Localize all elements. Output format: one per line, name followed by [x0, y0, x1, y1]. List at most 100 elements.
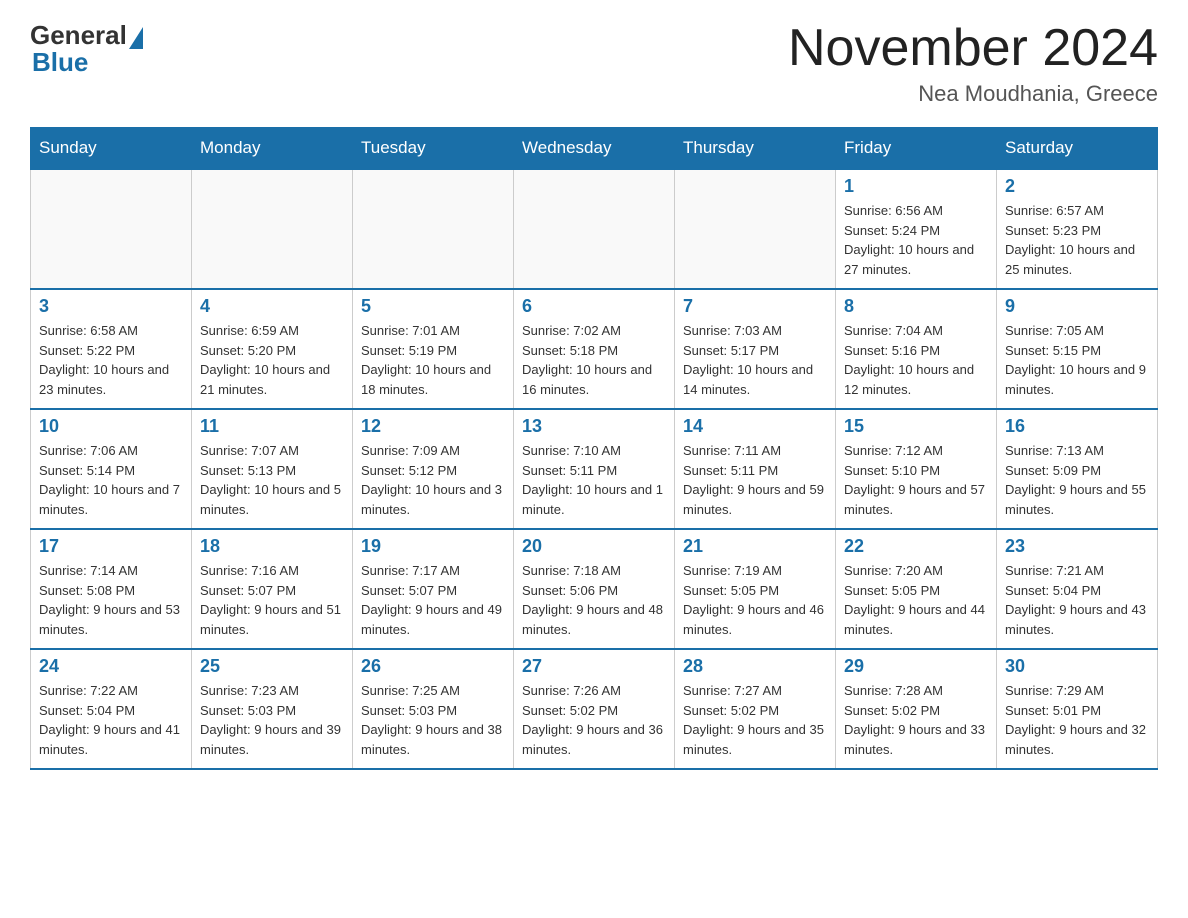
day-number: 28: [683, 656, 827, 677]
calendar-cell: [31, 169, 192, 289]
calendar-cell: 27 Sunrise: 7:26 AM Sunset: 5:02 PM Dayli…: [514, 649, 675, 769]
calendar-cell: [675, 169, 836, 289]
month-year-title: November 2024: [788, 20, 1158, 77]
day-number: 9: [1005, 296, 1149, 317]
calendar-cell: 8Sunrise: 7:04 AM Sunset: 5:16 PM Daylig…: [836, 289, 997, 409]
calendar-week-row: 24 Sunrise: 7:22 AM Sunset: 5:04 PM Dayli…: [31, 649, 1158, 769]
calendar-cell: 6Sunrise: 7:02 AM Sunset: 5:18 PM Daylig…: [514, 289, 675, 409]
day-number: 25: [200, 656, 344, 677]
logo-blue-text: Blue: [32, 47, 88, 78]
day-sun-info: Sunrise: 7:29 AM Sunset: 5:01 PM Dayligh…: [1005, 681, 1149, 759]
calendar-cell: 23Sunrise: 7:21 AM Sunset: 5:04 PM Dayli…: [997, 529, 1158, 649]
calendar-cell: 4 Sunrise: 6:59 AM Sunset: 5:20 PM Daylig…: [192, 289, 353, 409]
day-sun-info: Sunrise: 7:05 AM Sunset: 5:15 PM Dayligh…: [1005, 321, 1149, 399]
day-sun-info: Sunrise: 7:03 AM Sunset: 5:17 PM Dayligh…: [683, 321, 827, 399]
calendar-cell: 24 Sunrise: 7:22 AM Sunset: 5:04 PM Dayli…: [31, 649, 192, 769]
day-number: 1: [844, 176, 988, 197]
calendar-cell: 25 Sunrise: 7:23 AM Sunset: 5:03 PM Dayli…: [192, 649, 353, 769]
day-of-week-header: Saturday: [997, 128, 1158, 170]
day-number: 4: [200, 296, 344, 317]
day-number: 6: [522, 296, 666, 317]
calendar-cell: 20 Sunrise: 7:18 AM Sunset: 5:06 PM Dayli…: [514, 529, 675, 649]
calendar-header-row: SundayMondayTuesdayWednesdayThursdayFrid…: [31, 128, 1158, 170]
calendar-cell: 1 Sunrise: 6:56 AM Sunset: 5:24 PM Daylig…: [836, 169, 997, 289]
logo: General Blue: [30, 20, 143, 78]
day-sun-info: Sunrise: 7:25 AM Sunset: 5:03 PM Dayligh…: [361, 681, 505, 759]
logo-triangle-icon: [129, 27, 143, 49]
calendar-week-row: 10 Sunrise: 7:06 AM Sunset: 5:14 PM Dayli…: [31, 409, 1158, 529]
calendar-cell: 11 Sunrise: 7:07 AM Sunset: 5:13 PM Dayli…: [192, 409, 353, 529]
day-number: 15: [844, 416, 988, 437]
calendar-cell: 18 Sunrise: 7:16 AM Sunset: 5:07 PM Dayli…: [192, 529, 353, 649]
calendar-cell: 22 Sunrise: 7:20 AM Sunset: 5:05 PM Dayli…: [836, 529, 997, 649]
day-number: 5: [361, 296, 505, 317]
page-header: General Blue November 2024 Nea Moudhania…: [30, 20, 1158, 107]
day-number: 17: [39, 536, 183, 557]
calendar-cell: 3Sunrise: 6:58 AM Sunset: 5:22 PM Daylig…: [31, 289, 192, 409]
calendar-cell: [192, 169, 353, 289]
day-number: 23: [1005, 536, 1149, 557]
day-number: 30: [1005, 656, 1149, 677]
calendar-table: SundayMondayTuesdayWednesdayThursdayFrid…: [30, 127, 1158, 770]
calendar-cell: 2 Sunrise: 6:57 AM Sunset: 5:23 PM Daylig…: [997, 169, 1158, 289]
calendar-cell: 28Sunrise: 7:27 AM Sunset: 5:02 PM Dayli…: [675, 649, 836, 769]
calendar-cell: 16Sunrise: 7:13 AM Sunset: 5:09 PM Dayli…: [997, 409, 1158, 529]
day-sun-info: Sunrise: 7:26 AM Sunset: 5:02 PM Dayligh…: [522, 681, 666, 759]
day-of-week-header: Thursday: [675, 128, 836, 170]
day-number: 11: [200, 416, 344, 437]
day-sun-info: Sunrise: 7:10 AM Sunset: 5:11 PM Dayligh…: [522, 441, 666, 519]
day-sun-info: Sunrise: 6:58 AM Sunset: 5:22 PM Dayligh…: [39, 321, 183, 399]
day-sun-info: Sunrise: 6:56 AM Sunset: 5:24 PM Dayligh…: [844, 201, 988, 279]
calendar-cell: 17 Sunrise: 7:14 AM Sunset: 5:08 PM Dayli…: [31, 529, 192, 649]
day-sun-info: Sunrise: 7:22 AM Sunset: 5:04 PM Dayligh…: [39, 681, 183, 759]
day-sun-info: Sunrise: 7:07 AM Sunset: 5:13 PM Dayligh…: [200, 441, 344, 519]
day-number: 18: [200, 536, 344, 557]
day-sun-info: Sunrise: 6:57 AM Sunset: 5:23 PM Dayligh…: [1005, 201, 1149, 279]
day-sun-info: Sunrise: 7:12 AM Sunset: 5:10 PM Dayligh…: [844, 441, 988, 519]
day-sun-info: Sunrise: 7:01 AM Sunset: 5:19 PM Dayligh…: [361, 321, 505, 399]
day-sun-info: Sunrise: 7:18 AM Sunset: 5:06 PM Dayligh…: [522, 561, 666, 639]
day-sun-info: Sunrise: 7:11 AM Sunset: 5:11 PM Dayligh…: [683, 441, 827, 519]
day-sun-info: Sunrise: 7:06 AM Sunset: 5:14 PM Dayligh…: [39, 441, 183, 519]
day-sun-info: Sunrise: 6:59 AM Sunset: 5:20 PM Dayligh…: [200, 321, 344, 399]
day-sun-info: Sunrise: 7:23 AM Sunset: 5:03 PM Dayligh…: [200, 681, 344, 759]
calendar-cell: 12 Sunrise: 7:09 AM Sunset: 5:12 PM Dayli…: [353, 409, 514, 529]
day-number: 27: [522, 656, 666, 677]
day-number: 14: [683, 416, 827, 437]
calendar-cell: 7 Sunrise: 7:03 AM Sunset: 5:17 PM Daylig…: [675, 289, 836, 409]
day-number: 12: [361, 416, 505, 437]
calendar-cell: 30 Sunrise: 7:29 AM Sunset: 5:01 PM Dayli…: [997, 649, 1158, 769]
day-sun-info: Sunrise: 7:09 AM Sunset: 5:12 PM Dayligh…: [361, 441, 505, 519]
calendar-cell: 19Sunrise: 7:17 AM Sunset: 5:07 PM Dayli…: [353, 529, 514, 649]
day-of-week-header: Wednesday: [514, 128, 675, 170]
day-of-week-header: Tuesday: [353, 128, 514, 170]
day-sun-info: Sunrise: 7:20 AM Sunset: 5:05 PM Dayligh…: [844, 561, 988, 639]
calendar-cell: 13 Sunrise: 7:10 AM Sunset: 5:11 PM Dayli…: [514, 409, 675, 529]
day-number: 7: [683, 296, 827, 317]
day-number: 21: [683, 536, 827, 557]
day-number: 2: [1005, 176, 1149, 197]
day-sun-info: Sunrise: 7:14 AM Sunset: 5:08 PM Dayligh…: [39, 561, 183, 639]
day-of-week-header: Friday: [836, 128, 997, 170]
day-sun-info: Sunrise: 7:19 AM Sunset: 5:05 PM Dayligh…: [683, 561, 827, 639]
day-number: 20: [522, 536, 666, 557]
calendar-week-row: 17 Sunrise: 7:14 AM Sunset: 5:08 PM Dayli…: [31, 529, 1158, 649]
day-number: 13: [522, 416, 666, 437]
location-title: Nea Moudhania, Greece: [788, 81, 1158, 107]
day-sun-info: Sunrise: 7:16 AM Sunset: 5:07 PM Dayligh…: [200, 561, 344, 639]
calendar-cell: [353, 169, 514, 289]
day-sun-info: Sunrise: 7:04 AM Sunset: 5:16 PM Dayligh…: [844, 321, 988, 399]
day-number: 29: [844, 656, 988, 677]
day-number: 24: [39, 656, 183, 677]
calendar-cell: 10 Sunrise: 7:06 AM Sunset: 5:14 PM Dayli…: [31, 409, 192, 529]
day-sun-info: Sunrise: 7:13 AM Sunset: 5:09 PM Dayligh…: [1005, 441, 1149, 519]
calendar-cell: 21 Sunrise: 7:19 AM Sunset: 5:05 PM Dayli…: [675, 529, 836, 649]
day-number: 26: [361, 656, 505, 677]
day-number: 10: [39, 416, 183, 437]
day-number: 22: [844, 536, 988, 557]
day-sun-info: Sunrise: 7:17 AM Sunset: 5:07 PM Dayligh…: [361, 561, 505, 639]
calendar-cell: 14 Sunrise: 7:11 AM Sunset: 5:11 PM Dayli…: [675, 409, 836, 529]
day-of-week-header: Monday: [192, 128, 353, 170]
calendar-week-row: 1 Sunrise: 6:56 AM Sunset: 5:24 PM Daylig…: [31, 169, 1158, 289]
calendar-cell: [514, 169, 675, 289]
